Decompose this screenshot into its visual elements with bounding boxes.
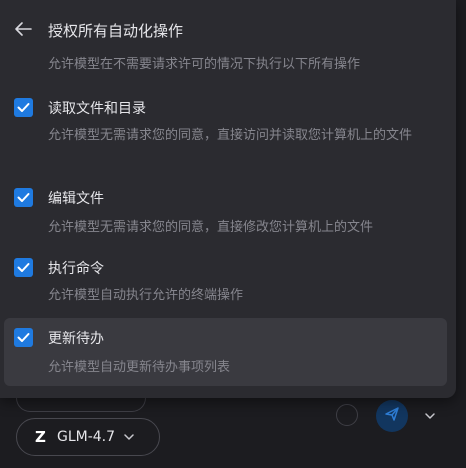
permission-description: 允许模型自动执行允许的终端操作 [48,288,244,303]
model-label: GLM-4.7 [57,429,116,445]
permission-label: 编辑文件 [48,191,104,207]
permission-checkbox[interactable] [14,188,33,207]
check-icon [17,188,30,207]
panel-header: 授权所有自动化操作 [0,16,456,48]
check-icon [17,258,30,277]
chevron-down-icon [424,407,436,426]
check-icon [17,98,30,117]
permission-description: 允许模型自动更新待办事项列表 [48,360,231,375]
permission-description: 允许模型无需请求您的同意，直接访问并读取您计算机上的文件 [48,128,413,143]
permission-item-run-commands[interactable]: 执行命令 允许模型自动执行允许的终端操作 [4,248,447,314]
check-icon [17,328,30,347]
permission-item-edit-files[interactable]: 编辑文件 允许模型无需请求您的同意，直接修改您计算机上的文件 [4,178,447,244]
permission-label: 更新待办 [48,331,104,347]
permission-checkbox[interactable] [14,98,33,117]
model-selector-button[interactable]: Z GLM-4.7 [16,418,160,456]
permission-checkbox[interactable] [14,328,33,347]
panel-title: 授权所有自动化操作 [48,22,184,40]
chevron-down-icon [123,428,135,447]
panel-description: 允许模型在不需要请求许可的情况下执行以下所有操作 [48,57,361,72]
send-button[interactable] [376,400,408,432]
context-ring-button[interactable] [336,404,358,426]
permission-description: 允许模型无需请求您的同意，直接修改您计算机上的文件 [48,220,374,235]
auto-permissions-panel: 授权所有自动化操作 允许模型在不需要请求许可的情况下执行以下所有操作 读取文件和… [0,0,456,398]
permission-checkbox[interactable] [14,258,33,277]
more-options-button[interactable] [420,406,440,426]
permission-label: 读取文件和目录 [48,101,146,117]
arrow-left-icon [13,21,33,41]
model-logo-icon: Z [35,428,46,446]
send-icon [384,406,400,426]
back-button[interactable] [10,18,36,44]
permission-label: 执行命令 [48,261,104,277]
permission-item-update-todos[interactable]: 更新待办 允许模型自动更新待办事项列表 [4,318,447,386]
permission-item-read-files[interactable]: 读取文件和目录 允许模型无需请求您的同意，直接访问并读取您计算机上的文件 [4,88,447,172]
